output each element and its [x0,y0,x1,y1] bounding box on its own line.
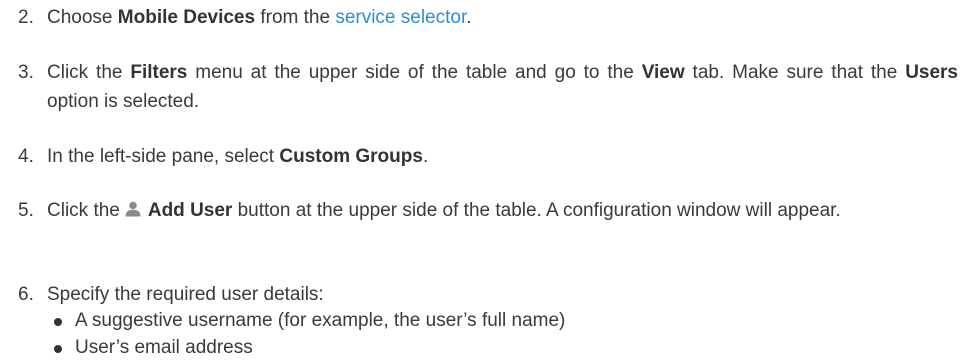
step-text: Specify the required user details: [47,284,324,305]
step-number: 5. [18,200,34,221]
bullet-dot [54,345,62,353]
bold-term: Filters [130,62,188,83]
step-number: 2. [18,7,34,28]
user-icon [124,197,142,217]
step-number: 6. [18,284,34,305]
bullet-dot [54,318,62,326]
bold-term: Add User [147,200,233,221]
step-2: 2. Choose Mobile Devices from the servic… [18,3,958,32]
step-text: Click the Add User button at the upper si… [47,196,958,225]
step-4: 4. In the left-side pane, select Custom … [18,142,958,171]
bold-term: Custom Groups [279,146,423,167]
service-selector-link[interactable]: service selector [335,7,466,28]
bold-term: Mobile Devices [117,7,256,28]
document-page: 2. Choose Mobile Devices from the servic… [0,0,976,358]
list-item: A suggestive username (for example, the … [47,307,958,334]
step-text: Choose Mobile Devices from the service s… [47,7,472,28]
step-text: Click the Filters menu at the upper side… [47,62,959,112]
detail-bullet-list: A suggestive username (for example, the … [47,307,958,361]
bold-term: View [641,62,685,83]
step-3: 3. Click the Filters menu at the upper s… [18,58,958,116]
step-number: 4. [18,146,34,167]
step-number: 3. [18,62,34,83]
list-item: User’s email address [47,334,958,361]
step-5: 5. Click the Add User button at the upper… [18,196,958,225]
step-text: In the left-side pane, select Custom Gro… [47,146,429,167]
step-6: 6. Specify the required user details: [18,280,958,309]
bold-term: Users [905,62,959,83]
